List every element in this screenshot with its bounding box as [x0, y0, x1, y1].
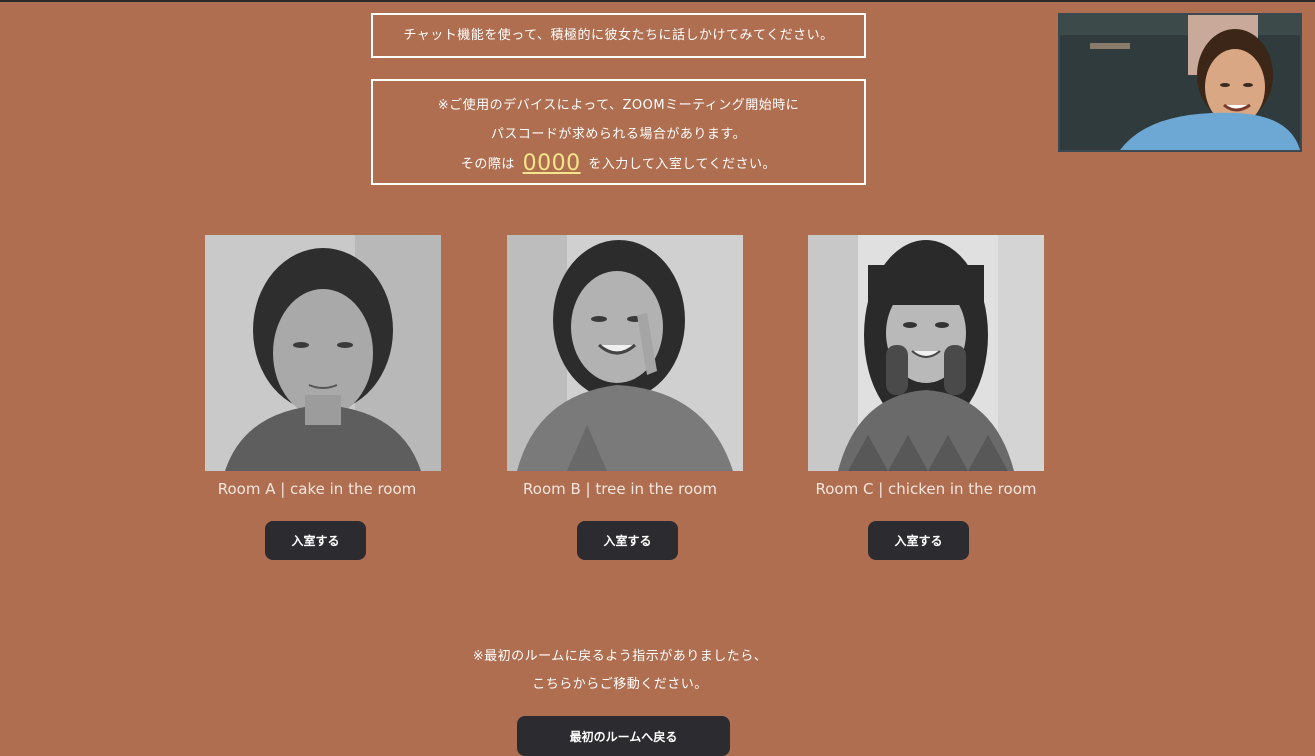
passcode-notice-box: ※ご使用のデバイスによって、ZOOMミーティング開始時に パスコードが求められる…: [371, 79, 866, 185]
window-top-edge: [0, 0, 1315, 2]
room-b-enter-button[interactable]: 入室する: [577, 521, 678, 560]
passcode-line-3-prefix: その際は: [460, 157, 515, 172]
room-c-title: Room C | chicken in the room: [815, 480, 1037, 498]
room-c-card: [808, 235, 1044, 471]
passcode-line-2: パスコードが求められる場合があります。: [490, 127, 747, 142]
back-note-line-1: ※最初のルームに戻るよう指示がありましたら、: [472, 649, 768, 664]
room-c-enter-button[interactable]: 入室する: [868, 521, 969, 560]
room-b-card: [507, 235, 743, 471]
room-b-title: Room B | tree in the room: [523, 480, 717, 498]
chat-notice-text: チャット機能を使って、積極的に彼女たちに話しかけてみてください。: [403, 28, 834, 43]
passcode-line-1: ※ご使用のデバイスによって、ZOOMミーティング開始時に: [437, 98, 800, 113]
room-a-title: Room A | cake in the room: [217, 480, 417, 498]
passcode-line-3-suffix: を入力して入室してください。: [588, 157, 777, 172]
passcode-line-3: その際は 0000 を入力して入室してください。: [373, 149, 864, 178]
room-c-photo: [808, 235, 1044, 471]
self-video-thumbnail[interactable]: [1058, 13, 1302, 152]
back-note-line-2: こちらからご移動ください。: [532, 677, 708, 692]
room-a-photo: [205, 235, 441, 471]
chat-notice-box: チャット機能を使って、積極的に彼女たちに話しかけてみてください。: [371, 13, 866, 58]
self-video-image: [1060, 15, 1300, 150]
back-to-first-room-button[interactable]: 最初のルームへ戻る: [517, 716, 730, 756]
passcode-code: 0000: [522, 151, 581, 176]
room-b-photo: [507, 235, 743, 471]
room-a-enter-button[interactable]: 入室する: [265, 521, 366, 560]
room-a-card: [205, 235, 441, 471]
